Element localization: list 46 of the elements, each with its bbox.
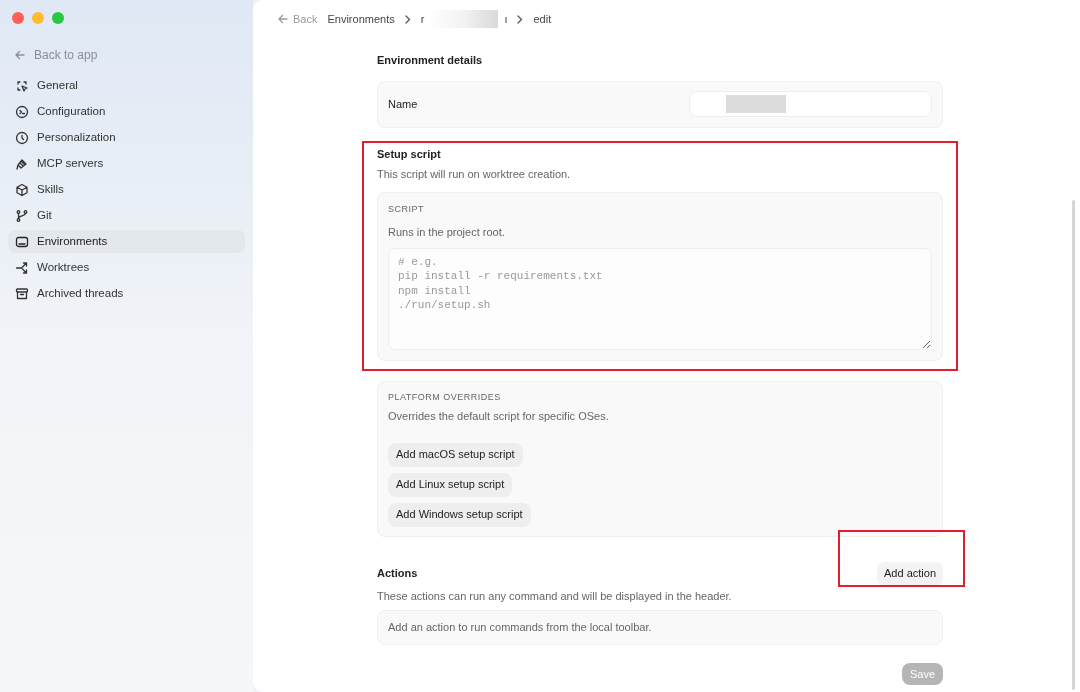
sidebar-item[interactable]: General bbox=[8, 74, 245, 97]
cursor-icon bbox=[15, 78, 29, 93]
card-label: SCRIPT bbox=[388, 202, 425, 216]
name-field[interactable] bbox=[689, 91, 932, 117]
branch-icon bbox=[15, 208, 29, 223]
section-title: Environment details bbox=[377, 53, 484, 68]
card-label: PLATFORM OVERRIDES bbox=[388, 390, 502, 404]
section-description: These actions can run any command and will be displayed in the header. bbox=[377, 588, 733, 604]
sidebar-item[interactable]: Configuration bbox=[8, 100, 245, 123]
sidebar-item[interactable]: MCP servers bbox=[8, 152, 245, 175]
redaction-mark bbox=[726, 95, 786, 113]
breadcrumb-link[interactable]: Environments bbox=[327, 10, 395, 28]
sidebar-item[interactable]: Environments bbox=[8, 230, 245, 253]
add-script-button[interactable]: Add Linux setup script bbox=[388, 472, 513, 497]
arrow-left-icon bbox=[277, 13, 289, 25]
archive-box-icon bbox=[15, 286, 29, 301]
field-label: Name bbox=[388, 96, 418, 112]
breadcrumb-link[interactable]: r bbox=[420, 10, 425, 28]
cube-icon bbox=[15, 182, 29, 197]
split-arrows-icon bbox=[15, 260, 29, 275]
minimize-window-button[interactable] bbox=[32, 12, 44, 24]
sidebar-item[interactable]: Personalization bbox=[8, 126, 245, 149]
monitor-icon bbox=[15, 234, 29, 249]
breadcrumb-link[interactable]: ı bbox=[504, 10, 508, 28]
section-title: Actions bbox=[377, 566, 418, 582]
close-window-button[interactable] bbox=[12, 12, 24, 24]
card-description: Runs in the project root. bbox=[388, 225, 506, 240]
sidebar-item[interactable]: Worktrees bbox=[8, 256, 245, 279]
sidebar-item[interactable]: Git bbox=[8, 204, 245, 227]
add-action-button[interactable]: Add action bbox=[877, 561, 943, 586]
script-field[interactable]: # e.g. pip install -r requirements.txt npm install ./run/setup.sh bbox=[388, 247, 932, 350]
clock-circle-icon bbox=[15, 130, 29, 145]
card-description: Overrides the default script for specific OSes. bbox=[388, 409, 610, 424]
sidebar-item[interactable]: Skills bbox=[8, 178, 245, 201]
chevron-right-icon bbox=[517, 14, 524, 24]
add-script-button[interactable]: Add macOS setup script bbox=[388, 442, 523, 467]
section-description: This script will run on worktree creation. bbox=[377, 167, 572, 182]
sidebar-item[interactable]: Archived threads bbox=[8, 282, 245, 305]
zoom-window-button[interactable] bbox=[52, 12, 64, 24]
chevron-right-icon bbox=[404, 14, 411, 24]
section-title: Setup script bbox=[377, 146, 442, 162]
breadcrumb-link[interactable]: edit bbox=[533, 10, 552, 28]
arrow-left-icon bbox=[14, 49, 26, 61]
add-script-button[interactable]: Add Windows setup script bbox=[388, 502, 531, 527]
terminal-circle-icon bbox=[15, 104, 29, 119]
empty-actions-message: Add an action to run commands from the local toolbar. bbox=[377, 610, 943, 645]
